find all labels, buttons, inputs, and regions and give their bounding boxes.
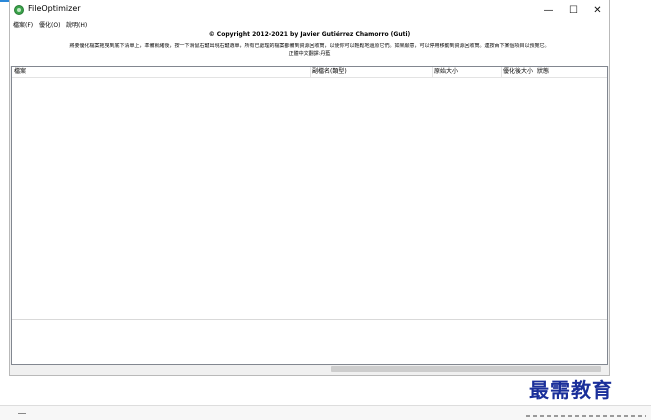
file-list-header: 檔案 副檔名(類型) 原始大小 優化後大小 狀態 — [12, 67, 607, 78]
app-window: FileOptimizer — ☐ ✕ 檔案(F) 優化(O) 說明(H) © … — [9, 0, 610, 376]
app-logo-icon — [14, 5, 24, 15]
menu-bar: 檔案(F) 優化(O) 說明(H) — [10, 20, 609, 31]
translator-credit: 正體中文翻譯:丹藍 — [288, 51, 331, 57]
watermark-text: 最需教育 — [529, 378, 613, 402]
file-list-body[interactable] — [12, 78, 607, 318]
column-status[interactable]: 狀態 — [536, 67, 549, 77]
list-divider — [12, 319, 607, 320]
minimize-button[interactable]: — — [536, 0, 561, 20]
close-button[interactable]: ✕ — [585, 0, 610, 20]
menu-file[interactable]: 檔案(F) — [13, 20, 33, 31]
column-file[interactable]: 檔案 — [13, 67, 26, 77]
info-panel: © Copyright 2012-2021 by Javier Gutiérre… — [10, 31, 609, 66]
taskbar-strip — [0, 405, 651, 420]
menu-help[interactable]: 說明(H) — [66, 20, 87, 31]
scrollbar-thumb[interactable] — [331, 366, 601, 372]
menu-optimize[interactable]: 優化(O) — [39, 20, 60, 31]
column-original-size[interactable]: 原始大小 — [433, 67, 458, 77]
maximize-button[interactable]: ☐ — [561, 0, 586, 20]
title-bar[interactable]: FileOptimizer — ☐ ✕ — [10, 0, 609, 20]
instructions-text: 將要優化檔案拖曳到底下清單上，準備就緒後，按一下滑鼠右鍵出現右鍵選單，所有已處理… — [69, 43, 550, 49]
horizontal-scrollbar[interactable] — [11, 365, 608, 373]
window-title: FileOptimizer — [28, 4, 81, 13]
column-extension[interactable]: 副檔名(類型) — [311, 67, 347, 77]
column-optimized-size[interactable]: 優化後大小 — [502, 67, 533, 77]
copyright-text: © Copyright 2012-2021 by Javier Gutiérre… — [208, 31, 411, 38]
taskbar-mark — [18, 413, 26, 414]
file-list[interactable]: 檔案 副檔名(類型) 原始大小 優化後大小 狀態 — [11, 66, 608, 365]
taskbar-dots — [526, 415, 646, 417]
